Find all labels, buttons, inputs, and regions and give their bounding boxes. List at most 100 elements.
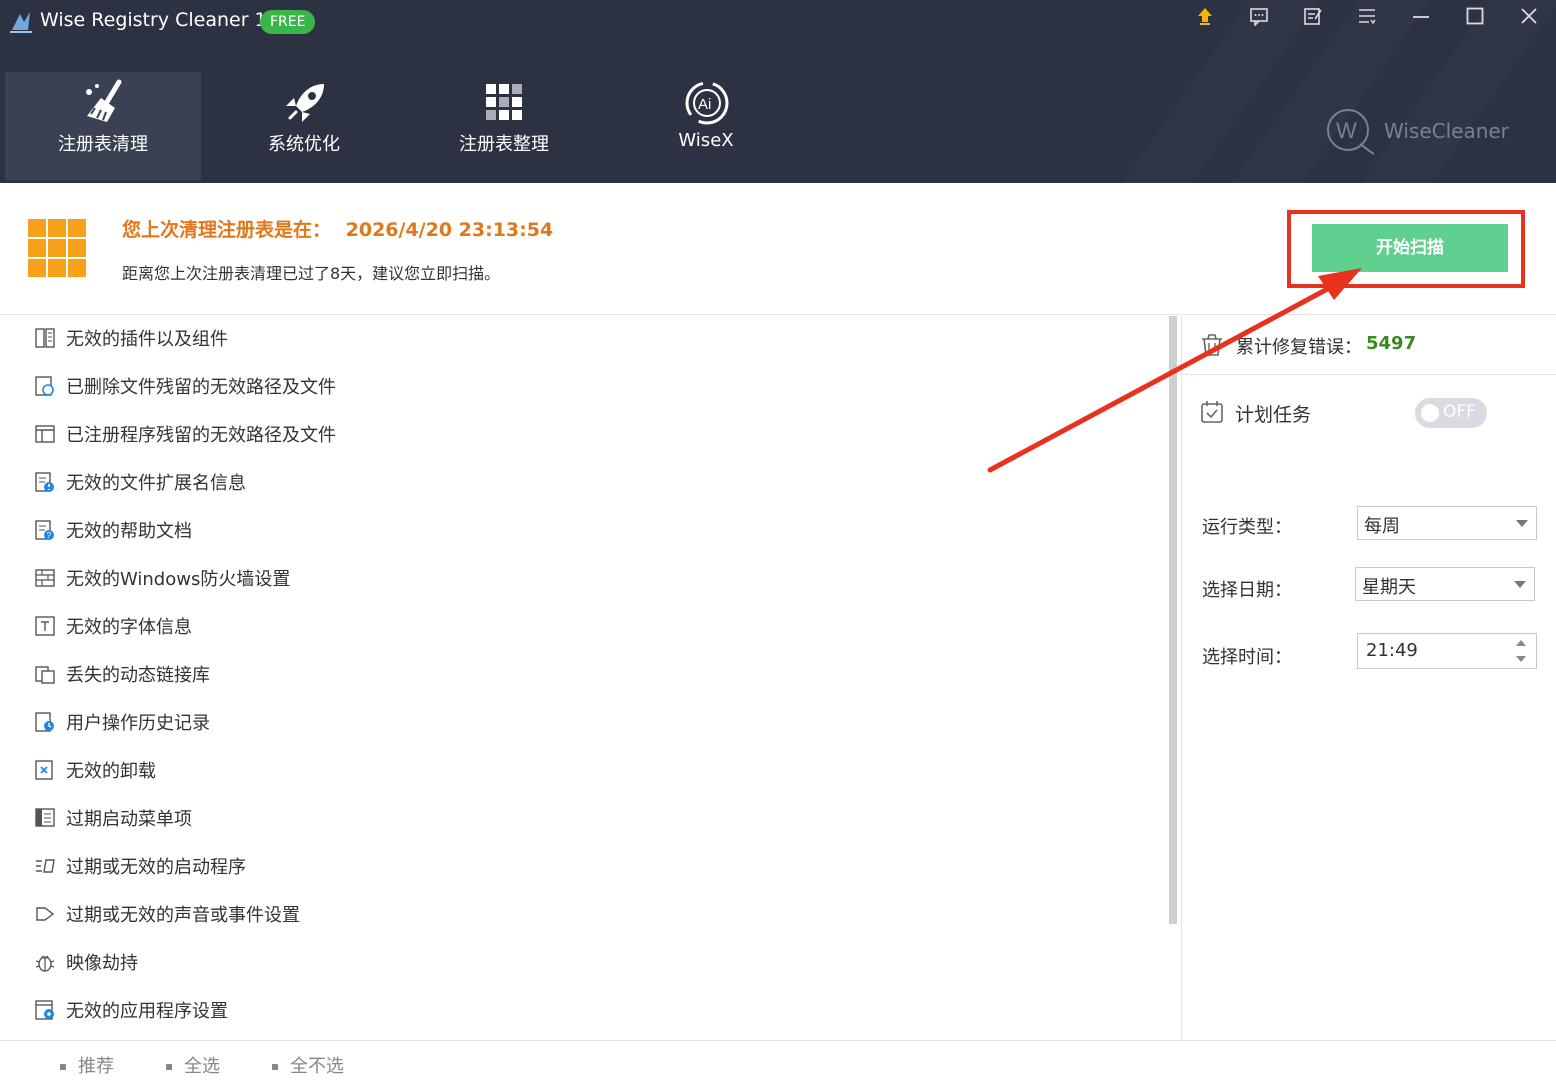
- startup-icon: [36, 859, 55, 873]
- grid-icon: [486, 84, 522, 120]
- run-type-select[interactable]: 每周: [1357, 506, 1537, 540]
- brand-name: WiseCleaner: [1384, 119, 1509, 143]
- category-label: 无效的帮助文档: [66, 521, 192, 542]
- close-icon[interactable]: [1512, 6, 1546, 34]
- category-item[interactable]: 过期或无效的声音或事件设置: [30, 897, 630, 929]
- category-item[interactable]: 无效的卸载: [30, 753, 630, 785]
- select-none-label: 全不选: [290, 1056, 344, 1077]
- start-scan-button[interactable]: 开始扫描: [1312, 224, 1508, 272]
- bug-icon: [35, 955, 55, 972]
- category-label: 过期启动菜单项: [66, 809, 192, 830]
- panel-divider: [1181, 316, 1182, 1040]
- minimize-icon[interactable]: [1404, 6, 1438, 34]
- last-clean-time: 2026/4/20 23:13:54: [345, 219, 554, 241]
- category-item[interactable]: 丢失的动态链接库: [30, 657, 630, 689]
- run-type-label: 运行类型：: [1202, 517, 1292, 538]
- select-all-link[interactable]: 全选: [166, 1052, 220, 1078]
- category-item[interactable]: 已删除文件残留的无效路径及文件: [30, 369, 630, 401]
- wisecleaner-logo-icon: W: [1327, 109, 1375, 155]
- category-item[interactable]: 无效的应用程序设置: [30, 993, 630, 1025]
- history-icon: [35, 712, 54, 732]
- date-select[interactable]: 星期天: [1355, 567, 1535, 601]
- app-title: Wise Registry Cleaner 11: [40, 9, 279, 31]
- category-label: 丢失的动态链接库: [66, 665, 210, 686]
- time-label: 选择时间：: [1202, 647, 1292, 668]
- sound-icon: [36, 907, 55, 921]
- run-type-value: 每周: [1364, 516, 1400, 537]
- select-none-link[interactable]: 全不选: [272, 1052, 344, 1078]
- help-doc-icon: ?: [35, 520, 54, 540]
- category-label: 无效的应用程序设置: [66, 1001, 228, 1022]
- tab-label: WiseX: [678, 130, 734, 151]
- bullet-icon: [60, 1064, 66, 1070]
- svg-text:?: ?: [47, 531, 52, 540]
- maximize-icon[interactable]: [1458, 6, 1492, 34]
- tab-label: 注册表清理: [58, 134, 148, 155]
- category-item[interactable]: 无效的插件以及组件: [30, 321, 630, 353]
- notes-icon[interactable]: [1296, 6, 1330, 34]
- category-item[interactable]: 已注册程序残留的无效路径及文件: [30, 417, 630, 449]
- dll-icon: [35, 666, 55, 684]
- tab-registry-defrag[interactable]: 注册表整理: [406, 72, 602, 180]
- upgrade-icon[interactable]: [1188, 6, 1222, 34]
- category-item[interactable]: 用户操作历史记录: [30, 705, 630, 737]
- feedback-icon[interactable]: [1242, 6, 1276, 34]
- last-clean-label: 您上次清理注册表是在：: [122, 219, 332, 241]
- tab-label: 注册表整理: [459, 134, 549, 155]
- toggle-knob: [1421, 404, 1439, 422]
- category-item[interactable]: 映像劫持: [30, 945, 630, 977]
- menu-icon[interactable]: [1350, 6, 1384, 34]
- scan-advice: 距离您上次注册表清理已过了8天，建议您立即扫描。: [122, 264, 501, 283]
- category-item[interactable]: 过期启动菜单项: [30, 801, 630, 833]
- list-scrollbar[interactable]: [1169, 316, 1177, 924]
- registry-grid-icon: [28, 219, 86, 277]
- category-item[interactable]: ? 无效的帮助文档: [30, 513, 630, 545]
- firewall-icon: [35, 569, 55, 587]
- panel-divider: [1182, 374, 1556, 375]
- time-spinner[interactable]: 21:49: [1357, 633, 1537, 669]
- date-value: 星期天: [1362, 577, 1416, 598]
- bullet-icon: [166, 1064, 172, 1070]
- rocket-icon: [286, 84, 324, 122]
- spin-down-icon[interactable]: [1516, 656, 1526, 662]
- svg-text:Ai: Ai: [698, 96, 711, 113]
- program-path-icon: [35, 425, 55, 443]
- scheduled-task-label: 计划任务: [1235, 404, 1312, 426]
- tab-wisex[interactable]: Ai WiseX: [608, 72, 804, 180]
- recommended-link[interactable]: 推荐: [60, 1052, 114, 1078]
- category-label: 过期或无效的启动程序: [66, 857, 246, 878]
- date-label: 选择日期：: [1202, 580, 1292, 601]
- category-item[interactable]: 过期或无效的启动程序: [30, 849, 630, 881]
- chevron-down-icon: [1514, 581, 1526, 588]
- category-label: 过期或无效的声音或事件设置: [66, 905, 300, 926]
- title-bar: Wise Registry Cleaner 11 FREE 注册表清理 系统优化…: [0, 0, 1556, 183]
- wisecleaner-brand[interactable]: W WiseCleaner: [1324, 108, 1524, 156]
- bottom-divider: [0, 1040, 1556, 1041]
- tab-system-optimize[interactable]: 系统优化: [206, 72, 402, 180]
- category-label: 无效的Windows防火墙设置: [66, 569, 291, 590]
- app-logo-icon: [10, 12, 32, 33]
- ai-swirl-icon: Ai: [685, 81, 729, 125]
- spin-up-icon[interactable]: [1516, 640, 1526, 646]
- uninstall-icon: [35, 760, 53, 780]
- broom-icon: [86, 79, 122, 122]
- bullet-icon: [272, 1064, 278, 1070]
- category-label: 无效的字体信息: [66, 617, 192, 638]
- app-settings-icon: [35, 1000, 54, 1020]
- fixed-errors-label: 累计修复错误：: [1236, 337, 1362, 358]
- svg-text:W: W: [1336, 118, 1357, 143]
- divider: [0, 314, 1556, 315]
- scheduled-task-toggle[interactable]: OFF: [1415, 398, 1487, 428]
- trash-icon: [1202, 334, 1222, 356]
- category-item[interactable]: 无效的字体信息: [30, 609, 630, 641]
- fixed-errors-count: 5497: [1366, 333, 1417, 354]
- font-icon: [35, 616, 55, 636]
- start-menu-icon: [35, 808, 55, 827]
- tab-registry-clean[interactable]: 注册表清理: [5, 72, 201, 180]
- category-label: 无效的文件扩展名信息: [66, 473, 246, 494]
- category-label: 映像劫持: [66, 953, 138, 974]
- last-clean-info: 您上次清理注册表是在： 2026/4/20 23:13:54: [122, 215, 553, 242]
- category-item[interactable]: 无效的Windows防火墙设置: [30, 561, 630, 593]
- category-item[interactable]: 无效的文件扩展名信息: [30, 465, 630, 497]
- time-value: 21:49: [1366, 640, 1418, 661]
